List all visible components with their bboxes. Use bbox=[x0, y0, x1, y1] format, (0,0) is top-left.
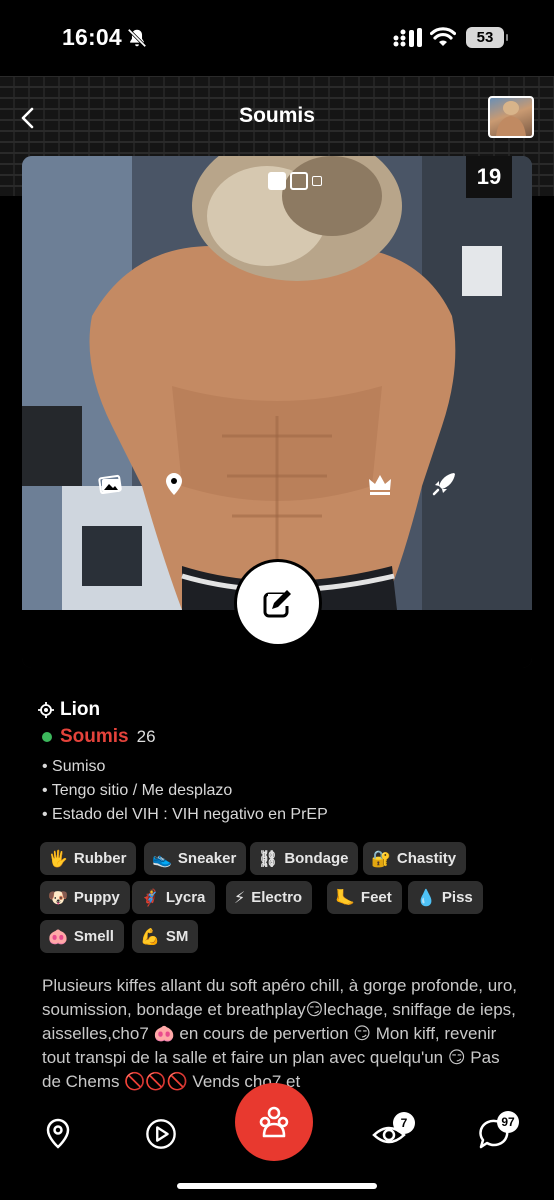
tag-electro[interactable]: ⚡ Electro bbox=[226, 881, 313, 914]
page-title: Soumis bbox=[239, 104, 315, 127]
profile-detail-hiv: • Estado del VIH : VIH negativo en PrEP bbox=[42, 806, 328, 823]
tag-label: Feet bbox=[360, 889, 392, 906]
tag-label: Electro bbox=[251, 889, 303, 906]
tag-label: Smell bbox=[73, 928, 114, 945]
tag-label: Bondage bbox=[284, 850, 349, 867]
profile-name: Soumis bbox=[60, 726, 129, 747]
tag-lycra[interactable]: 🦸 Lycra bbox=[132, 881, 216, 914]
video-play-icon bbox=[290, 172, 308, 190]
tag-rubber[interactable]: 🖐 Rubber bbox=[40, 842, 137, 875]
photo-count-badge: 19 bbox=[466, 156, 512, 198]
foot-icon: 🦶 bbox=[335, 889, 355, 907]
tag-smell[interactable]: 🐽 Smell bbox=[40, 920, 124, 953]
messages-count-badge: 97 bbox=[497, 1111, 519, 1133]
superhero-icon: 🦸 bbox=[140, 889, 160, 907]
online-status-dot bbox=[42, 732, 52, 742]
edit-pencil-icon bbox=[263, 590, 291, 618]
tag-label: SM bbox=[165, 928, 189, 945]
tag-label: Rubber bbox=[73, 850, 127, 867]
crown-icon[interactable] bbox=[366, 470, 394, 498]
tag-bondage[interactable]: ⛓ Bondage bbox=[250, 842, 359, 875]
lightning-icon: ⚡ bbox=[234, 889, 246, 907]
tag-sm[interactable]: 💪 SM bbox=[132, 920, 199, 953]
album-icon[interactable] bbox=[96, 470, 124, 498]
location-name: Lion bbox=[60, 699, 101, 720]
status-bar: 16:04 53 bbox=[0, 0, 554, 76]
location-line: Lion bbox=[38, 699, 100, 721]
wifi-icon bbox=[430, 27, 456, 46]
puppy-mask-icon: 🐶 bbox=[48, 889, 68, 907]
glove-icon: 🖐 bbox=[48, 850, 68, 868]
tag-puppy[interactable]: 🐶 Puppy bbox=[40, 881, 130, 914]
tag-sneaker[interactable]: 👟 Sneaker bbox=[144, 842, 247, 875]
cellular-signal-icon bbox=[393, 28, 422, 47]
tag-label: Chastity bbox=[396, 850, 457, 867]
profile-detail-role: • Sumiso bbox=[42, 758, 106, 775]
name-line: Soumis 26 bbox=[42, 726, 156, 748]
tag-label: Lycra bbox=[165, 889, 206, 906]
rocket-boost-icon[interactable] bbox=[430, 470, 458, 498]
sneaker-icon: 👟 bbox=[152, 850, 172, 868]
tag-feet[interactable]: 🦶 Feet bbox=[327, 881, 402, 914]
community-button[interactable] bbox=[235, 1083, 313, 1161]
profile-age: 26 bbox=[136, 727, 156, 746]
people-group-icon bbox=[259, 1106, 289, 1138]
locate-target-icon bbox=[38, 702, 54, 718]
avatar-photo bbox=[496, 101, 526, 136]
battery-indicator: 53 bbox=[466, 27, 508, 48]
tag-chastity[interactable]: 🔐 Chastity bbox=[363, 842, 467, 875]
home-indicator bbox=[177, 1183, 377, 1189]
tag-label: Piss bbox=[441, 889, 473, 906]
views-count-badge: 7 bbox=[393, 1112, 415, 1134]
photo-square-icon bbox=[268, 172, 286, 190]
flexed-biceps-icon: 💪 bbox=[140, 928, 160, 946]
media-type-indicators bbox=[268, 172, 322, 190]
nearby-map-pin-icon[interactable] bbox=[42, 1117, 74, 1151]
bell-muted-icon bbox=[127, 28, 147, 48]
pig-nose-icon: 🐽 bbox=[48, 928, 68, 946]
droplet-icon: 💧 bbox=[416, 889, 436, 907]
status-time: 16:04 bbox=[62, 24, 122, 50]
small-video-icon bbox=[312, 176, 322, 186]
profile-photo[interactable]: 19 bbox=[22, 156, 532, 610]
tag-piss[interactable]: 💧 Piss bbox=[408, 881, 483, 914]
profile-detail-hosting: • Tengo sitio / Me desplazo bbox=[42, 782, 233, 799]
edit-profile-button[interactable] bbox=[237, 562, 319, 644]
tag-label: Puppy bbox=[73, 889, 120, 906]
own-avatar[interactable] bbox=[488, 96, 534, 138]
lock-icon: 🔐 bbox=[371, 850, 391, 868]
chain-icon: ⛓ bbox=[258, 850, 279, 868]
video-play-circle-icon[interactable] bbox=[145, 1117, 177, 1151]
location-pin-icon[interactable] bbox=[160, 470, 188, 498]
tag-label: Sneaker bbox=[177, 850, 237, 867]
photo-illustration bbox=[22, 156, 532, 610]
